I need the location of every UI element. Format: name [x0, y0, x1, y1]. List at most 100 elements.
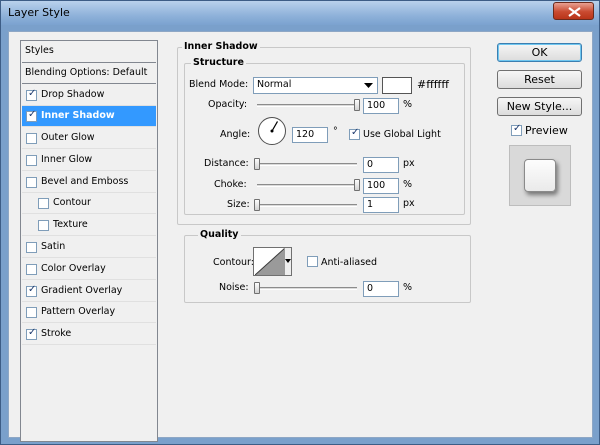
- contour-picker[interactable]: [253, 247, 292, 276]
- dialog-client-area: Styles Blending Options: Default ✓ Drop Sha…: [8, 31, 593, 442]
- checkmark-icon: ✓: [28, 284, 37, 295]
- checkmark-icon: ✓: [351, 127, 360, 138]
- choke-unit: %: [403, 179, 413, 190]
- style-checkbox[interactable]: ✓: [26, 109, 37, 122]
- style-checkbox[interactable]: ✓: [26, 88, 37, 101]
- style-list-item[interactable]: Pattern Overlay: [22, 302, 156, 323]
- size-label: Size:: [227, 199, 250, 210]
- noise-input[interactable]: 0: [363, 281, 399, 297]
- angle-dial[interactable]: [257, 116, 287, 146]
- blend-mode-label: Blend Mode:: [189, 79, 249, 90]
- style-list-item[interactable]: Blending Options: Default: [22, 63, 156, 84]
- style-preview-box: [509, 145, 571, 206]
- style-checkbox[interactable]: [26, 177, 37, 188]
- close-icon: [568, 7, 581, 17]
- blend-mode-select[interactable]: Normal: [253, 77, 378, 94]
- style-list-label: Color Overlay: [41, 263, 106, 274]
- style-checkbox[interactable]: [26, 264, 37, 275]
- close-button[interactable]: [553, 2, 594, 20]
- style-preview-swatch: [524, 159, 556, 192]
- style-checkbox[interactable]: [38, 198, 49, 209]
- size-slider-thumb[interactable]: [254, 199, 261, 211]
- noise-slider-thumb[interactable]: [254, 282, 260, 294]
- distance-slider-thumb[interactable]: [254, 158, 260, 170]
- new-style-button-label: New Style...: [506, 100, 573, 113]
- style-checkbox[interactable]: ✓: [26, 327, 37, 340]
- quality-title: Quality: [198, 229, 241, 240]
- choke-label: Choke:: [214, 179, 247, 190]
- preview-checkbox[interactable]: ✓: [511, 123, 522, 136]
- style-list-item[interactable]: Texture: [22, 215, 156, 236]
- style-list-label: Texture: [53, 219, 88, 230]
- choke-input[interactable]: 100: [363, 178, 399, 194]
- style-checkbox[interactable]: ✓: [26, 284, 37, 297]
- new-style-button[interactable]: New Style...: [497, 97, 582, 116]
- noise-slider-track[interactable]: [257, 287, 357, 290]
- chevron-down-icon: [364, 83, 373, 88]
- style-list-item[interactable]: ✓ Drop Shadow: [22, 85, 156, 106]
- ok-button[interactable]: OK: [497, 43, 582, 62]
- style-list-label: Stroke: [41, 328, 72, 339]
- style-list-item[interactable]: ✓ Stroke: [22, 324, 156, 345]
- contour-dropdown-button[interactable]: [284, 248, 291, 275]
- style-checkbox[interactable]: [38, 220, 49, 231]
- opacity-slider-track[interactable]: [257, 104, 357, 107]
- title-bar[interactable]: Layer Style: [1, 1, 599, 25]
- style-list-label: Bevel and Emboss: [41, 176, 129, 187]
- reset-button[interactable]: Reset: [497, 70, 582, 89]
- opacity-unit: %: [403, 99, 413, 110]
- ok-button-label: OK: [531, 46, 548, 59]
- style-list-item[interactable]: Outer Glow: [22, 128, 156, 149]
- size-unit: px: [403, 198, 415, 209]
- distance-unit: px: [403, 158, 415, 169]
- angle-label: Angle:: [220, 129, 251, 140]
- angle-input[interactable]: 120: [292, 127, 328, 143]
- opacity-input[interactable]: 100: [363, 98, 399, 114]
- style-checkbox[interactable]: [26, 133, 37, 144]
- blend-mode-value: Normal: [257, 79, 292, 90]
- degree-symbol: °: [333, 126, 338, 137]
- anti-aliased-label: Anti-aliased: [321, 257, 378, 268]
- style-list-item[interactable]: ✓ Gradient Overlay: [22, 281, 156, 302]
- choke-slider-track[interactable]: [257, 184, 357, 187]
- style-list-label: Satin: [41, 241, 66, 252]
- style-checkbox[interactable]: [26, 307, 37, 318]
- window-title: Layer Style: [8, 6, 70, 19]
- dialog-window: Layer Style Styles Blending Options: Defa…: [0, 0, 600, 445]
- inner-shadow-title: Inner Shadow: [182, 41, 260, 52]
- style-list-label: Gradient Overlay: [41, 285, 123, 296]
- noise-label: Noise:: [219, 282, 249, 293]
- style-list-label: Outer Glow: [41, 132, 95, 143]
- use-global-light-checkbox[interactable]: ✓: [349, 127, 360, 140]
- size-input[interactable]: 1: [363, 197, 399, 213]
- shadow-color-swatch[interactable]: [382, 77, 412, 94]
- anti-aliased-checkbox[interactable]: [307, 256, 318, 267]
- style-list-item[interactable]: ✓ Inner Shadow: [22, 106, 156, 127]
- style-list-label: Drop Shadow: [41, 89, 105, 100]
- choke-slider-thumb[interactable]: [354, 179, 360, 191]
- style-checkbox[interactable]: [26, 155, 37, 166]
- distance-input[interactable]: 0: [363, 157, 399, 173]
- noise-unit: %: [403, 282, 413, 293]
- style-checkbox[interactable]: [26, 242, 37, 253]
- opacity-label: Opacity:: [208, 99, 248, 110]
- shadow-color-hex: #ffffff: [417, 78, 449, 91]
- checkmark-icon: ✓: [28, 109, 37, 120]
- style-list-item[interactable]: Inner Glow: [22, 150, 156, 171]
- style-list-item[interactable]: Bevel and Emboss: [22, 172, 156, 193]
- checkmark-icon: ✓: [28, 327, 37, 338]
- style-list-item[interactable]: Contour: [22, 193, 156, 214]
- distance-slider-track[interactable]: [257, 163, 357, 166]
- style-list-item[interactable]: Satin: [22, 237, 156, 258]
- contour-curve-icon: [255, 248, 285, 275]
- opacity-slider-thumb[interactable]: [354, 99, 360, 111]
- use-global-light-label: Use Global Light: [363, 129, 441, 140]
- contour-label: Contour:: [213, 257, 254, 268]
- style-list-label: Styles: [25, 45, 54, 56]
- size-slider-track[interactable]: [257, 204, 357, 207]
- distance-label: Distance:: [204, 158, 249, 169]
- style-list-item[interactable]: Styles: [22, 41, 156, 63]
- style-list-label: Blending Options: Default: [25, 67, 148, 78]
- style-list-label: Inner Shadow: [41, 110, 115, 121]
- style-list-item[interactable]: Color Overlay: [22, 259, 156, 280]
